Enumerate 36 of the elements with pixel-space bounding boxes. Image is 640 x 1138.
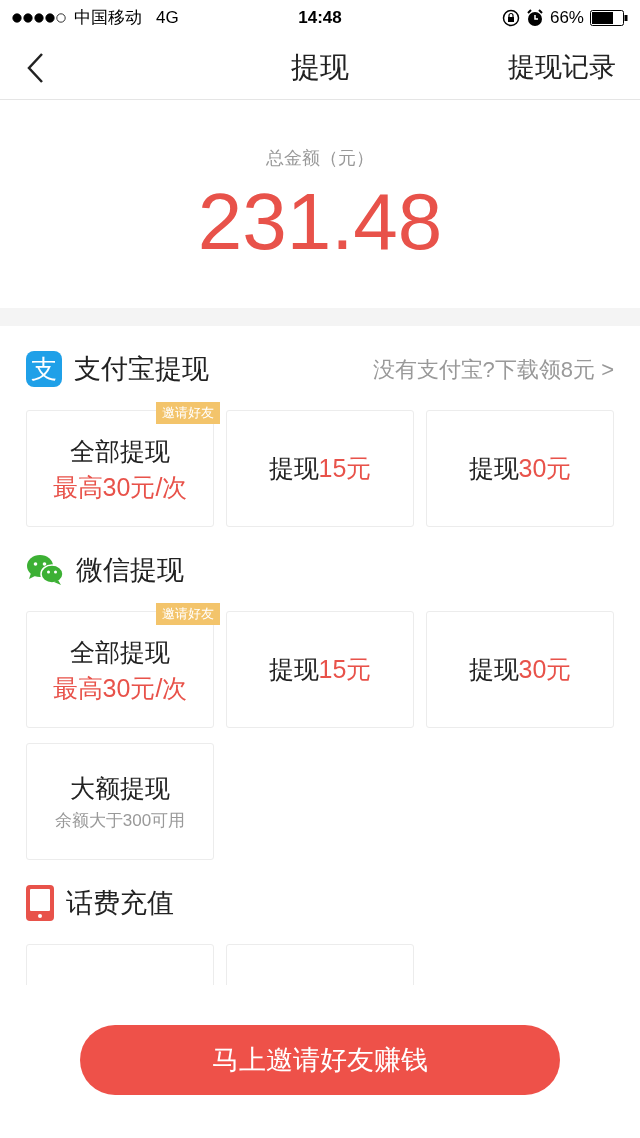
option-label: 提现30元 [468, 452, 572, 484]
withdraw-option[interactable]: 大额提现 余额大于300可用 [26, 743, 214, 860]
alarm-icon [525, 9, 544, 27]
option-limit: 最高30元/次 [52, 672, 188, 704]
page-title: 提现 [291, 49, 349, 85]
withdraw-option[interactable]: 提现30元 [426, 611, 614, 728]
signal-icon [12, 13, 68, 23]
battery-percent: 66% [549, 7, 584, 30]
section-title: 微信提现 [76, 553, 184, 587]
option-label: 提现30元 [468, 653, 572, 685]
withdraw-history-link[interactable]: 提现记录 [508, 47, 616, 88]
alipay-logo-icon: 支 [26, 351, 62, 387]
option-title: 大额提现 [70, 772, 170, 804]
option-limit: 最高30元/次 [52, 471, 188, 503]
section-title: 话费充值 [66, 886, 174, 920]
phone-icon [26, 885, 54, 921]
rotation-lock-icon [501, 9, 520, 27]
carrier-name: 中国移动 [74, 7, 142, 30]
balance-amount: 231.48 [197, 176, 443, 268]
option-note: 余额大于300可用 [54, 809, 186, 832]
balance-label: 总金额（元） [266, 147, 374, 170]
invite-badge: 邀请好友 [156, 402, 220, 424]
option-label: 提现15元 [268, 653, 372, 685]
chat-bubbles-icon [26, 554, 64, 586]
section-title: 支付宝提现 [74, 352, 209, 386]
withdraw-option[interactable]: 提现15元 [226, 410, 414, 527]
network-type: 4G [156, 7, 179, 30]
clock-time: 14:48 [298, 7, 342, 30]
option-title: 全部提现 [70, 636, 170, 668]
invite-badge: 邀请好友 [156, 603, 220, 625]
withdraw-option[interactable]: 提现30元 [426, 410, 614, 527]
withdraw-option[interactable]: 提现15元 [226, 611, 414, 728]
invite-friends-button[interactable]: 马上邀请好友赚钱 [80, 1025, 560, 1095]
option-title: 全部提现 [70, 435, 170, 467]
battery-icon [590, 10, 628, 26]
option-label: 提现15元 [268, 452, 372, 484]
